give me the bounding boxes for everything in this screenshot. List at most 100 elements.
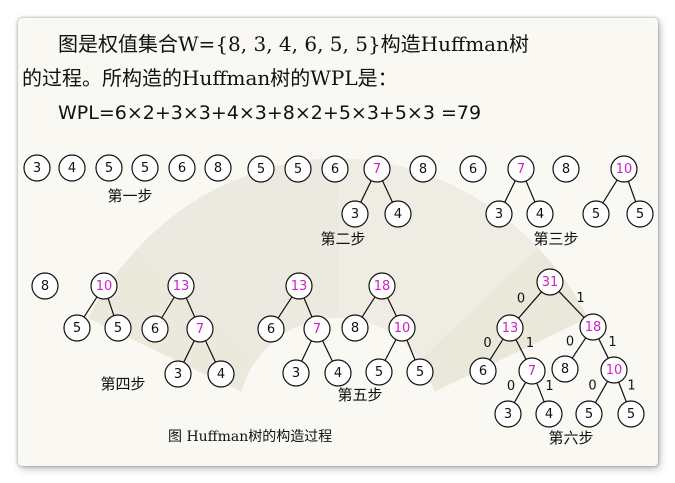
tree-edge xyxy=(536,382,545,403)
tree-edge xyxy=(303,297,313,318)
edge-bit-label: 1 xyxy=(627,379,635,394)
tree-node: 31 xyxy=(536,268,564,296)
tree-edge xyxy=(515,339,527,360)
edge-bit-label: 1 xyxy=(545,379,553,394)
tree-edge xyxy=(83,296,98,318)
tree-node: 5 xyxy=(406,358,434,386)
tree-node: 5 xyxy=(365,358,393,386)
node-weight: 6 xyxy=(331,162,339,177)
edge-bit-label: 0 xyxy=(566,335,574,350)
tree-node: 8 xyxy=(551,355,579,383)
tree-node: 5 xyxy=(247,155,275,183)
slide: 图是权值集合W={8, 3, 4, 6, 5, 5}构造Huffman树 的过程… xyxy=(18,18,658,466)
node-weight: 5 xyxy=(294,162,302,177)
node-weight: 5 xyxy=(105,161,113,176)
node-weight: 6 xyxy=(267,322,275,337)
edge-bit-label: 1 xyxy=(526,336,534,351)
node-weight: 5 xyxy=(636,207,644,222)
tree-edge xyxy=(594,381,609,403)
edge-bit-label: 0 xyxy=(517,292,525,307)
tree-node: 10 xyxy=(600,356,628,384)
tree-node: 3 xyxy=(23,154,51,182)
tree-node: 18 xyxy=(579,313,607,341)
tree-node: 6 xyxy=(321,155,349,183)
node-weight: 10 xyxy=(606,363,623,378)
node-weight: 13 xyxy=(291,279,308,294)
node-weight: 5 xyxy=(416,365,424,380)
step-2-group: 5 5 6 7 8 3 4 第二步 xyxy=(247,155,437,248)
tree-node: 5 xyxy=(131,154,159,182)
tree-node: 5 xyxy=(617,400,645,428)
tree-node: 4 xyxy=(384,200,412,228)
edge-bit-label: 0 xyxy=(507,379,515,394)
tree-edge xyxy=(301,340,312,362)
tree-node: 18 xyxy=(368,272,396,300)
node-weight: 5 xyxy=(627,407,635,422)
tree-edge xyxy=(322,340,333,362)
edge-bit-label: 0 xyxy=(588,379,596,394)
tree-edge xyxy=(361,296,376,318)
node-weight: 8 xyxy=(561,362,569,377)
node-weight: 8 xyxy=(419,162,427,177)
tree-edge xyxy=(525,180,536,203)
tree-node: 4 xyxy=(324,359,352,387)
node-weight: 10 xyxy=(616,162,633,177)
step-label: 第三步 xyxy=(533,230,578,248)
tree-node: 6 xyxy=(469,357,497,385)
tree-node: 4 xyxy=(526,200,554,228)
tree-node: 7 xyxy=(303,315,331,343)
node-weight: 10 xyxy=(96,279,113,294)
node-weight: 4 xyxy=(334,366,342,381)
node-weight: 5 xyxy=(375,365,383,380)
node-weight: 3 xyxy=(33,161,41,176)
node-weight: 18 xyxy=(585,320,602,335)
tree-edge xyxy=(183,340,195,363)
node-weight: 5 xyxy=(257,162,265,177)
tree-node: 3 xyxy=(341,200,369,228)
tree-node: 6 xyxy=(168,154,196,182)
tree-edge xyxy=(406,339,416,361)
node-weight: 4 xyxy=(545,407,553,422)
node-weight: 4 xyxy=(217,367,225,382)
step-1-group: 3 4 5 5 6 8 第一步 xyxy=(23,154,232,205)
tree-node: 8 xyxy=(552,155,580,183)
node-weight: 13 xyxy=(173,279,190,294)
tree-edge xyxy=(360,180,372,203)
tree-node: 8 xyxy=(204,154,232,182)
node-weight: 8 xyxy=(562,162,570,177)
step-label: 第一步 xyxy=(107,187,152,205)
tree-node: 5 xyxy=(63,314,91,342)
tree-node: 5 xyxy=(284,155,312,183)
node-weight: 7 xyxy=(517,162,525,177)
tree-node: 7 xyxy=(186,315,214,343)
tree-edge xyxy=(381,180,394,203)
tree-edge xyxy=(387,297,397,317)
step-6-group: 0 10 1 0 10 1 0 13113 186 7 8 103 4 5 5第六步 xyxy=(469,268,645,447)
node-weight: 8 xyxy=(41,279,49,294)
tree-node: 10 xyxy=(388,314,416,342)
step-3-group: 6 7 8 10 3 4 5 5 第三步 xyxy=(459,155,654,248)
edge-bit-label: 0 xyxy=(483,336,491,351)
tree-node: 8 xyxy=(341,314,369,342)
node-weight: 3 xyxy=(292,366,300,381)
node-weight: 7 xyxy=(528,364,536,379)
tree-node: 3 xyxy=(494,400,522,428)
tree-node: 5 xyxy=(104,314,132,342)
tree-node: 7 xyxy=(518,357,546,385)
node-weight: 8 xyxy=(351,321,359,336)
node-weight: 5 xyxy=(73,321,81,336)
tree-node: 7 xyxy=(507,155,535,183)
step-4-group: 8 10 5 5 13 6 7 3 4 第四步 xyxy=(31,272,235,393)
tree-node: 10 xyxy=(90,272,118,300)
tree-node: 13 xyxy=(285,272,313,300)
tree-node: 4 xyxy=(207,360,235,388)
node-weight: 7 xyxy=(313,322,321,337)
figure-caption: 图 Huffman树的构造过程 xyxy=(168,429,333,445)
node-weight: 3 xyxy=(351,207,359,222)
tree-node: 8 xyxy=(409,155,437,183)
node-weight: 31 xyxy=(542,275,559,290)
tree-edge xyxy=(185,297,196,318)
tree-node: 3 xyxy=(164,360,192,388)
tree-node: 7 xyxy=(363,155,391,183)
tree-node: 4 xyxy=(535,400,563,428)
